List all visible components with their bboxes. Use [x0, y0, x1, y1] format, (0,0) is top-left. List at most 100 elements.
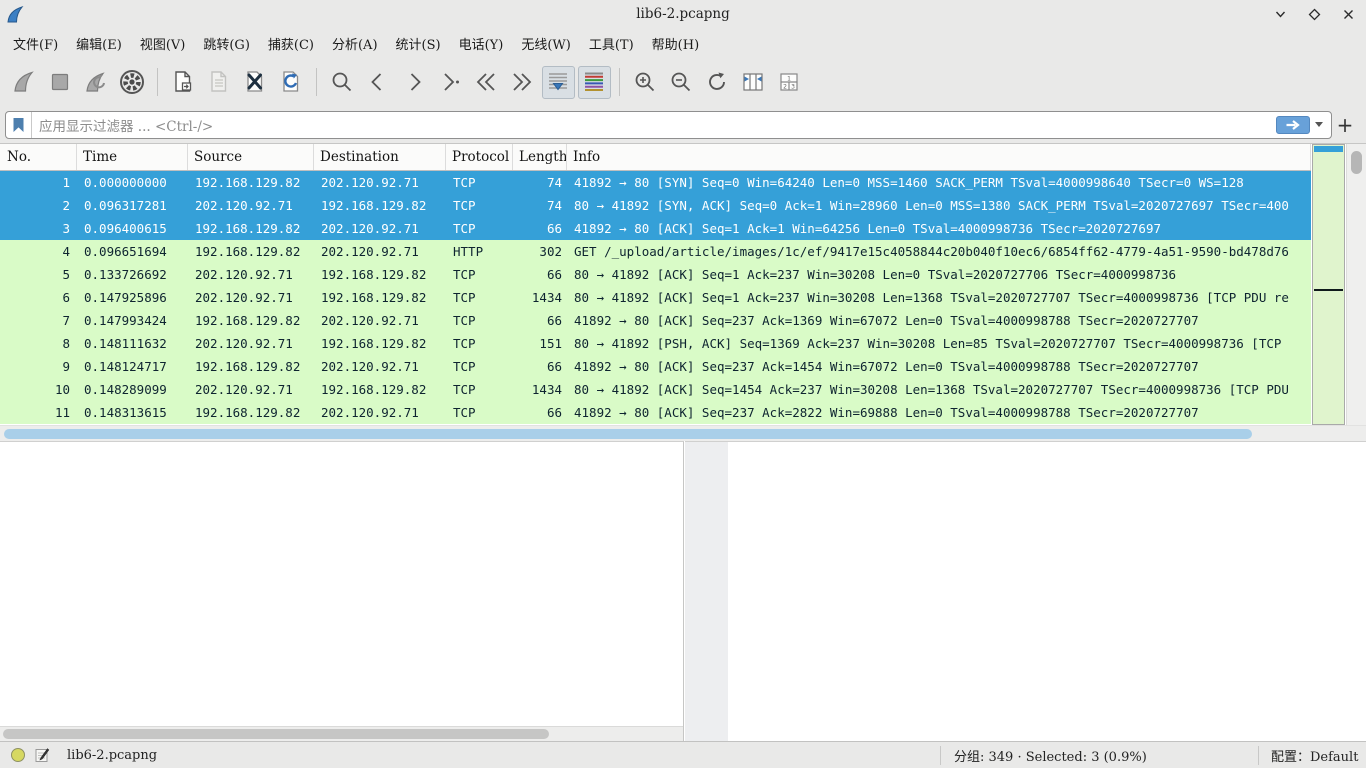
expert-info-icon[interactable] — [11, 748, 25, 762]
colorize-button[interactable] — [578, 66, 611, 99]
open-file-button[interactable] — [167, 66, 200, 99]
cell-destination: 202.120.92.71 — [314, 244, 446, 259]
cell-length: 66 — [513, 267, 567, 282]
start-capture-button[interactable] — [8, 66, 41, 99]
packet-row-5[interactable]: 50.133726692202.120.92.71192.168.129.82T… — [0, 263, 1311, 286]
filter-bookmark-icon[interactable] — [6, 112, 32, 138]
zoom-out-button[interactable] — [665, 66, 698, 99]
menu-item-9[interactable]: 工具(T) — [580, 29, 643, 58]
menu-item-0[interactable]: 文件(F) — [4, 29, 67, 58]
capture-options-gear-icon — [119, 69, 145, 95]
menu-item-2[interactable]: 视图(V) — [131, 29, 195, 58]
packet-row-8[interactable]: 80.148111632202.120.92.71192.168.129.82T… — [0, 332, 1311, 355]
go-to-packet-button[interactable] — [434, 66, 467, 99]
packet-row-4[interactable]: 40.096651694192.168.129.82202.120.92.71H… — [0, 240, 1311, 263]
menu-item-6[interactable]: 统计(S) — [387, 29, 450, 58]
toolbar-separator — [316, 68, 317, 96]
menu-item-4[interactable]: 捕获(C) — [259, 29, 323, 58]
pane-splitter[interactable] — [685, 441, 728, 741]
cell-protocol: TCP — [446, 290, 513, 305]
toolbar-separator — [619, 68, 620, 96]
cell-no: 6 — [0, 290, 77, 305]
details-horizontal-scrollbar[interactable] — [0, 726, 683, 741]
filter-dropdown-caret-icon[interactable] — [1315, 122, 1323, 127]
cell-source: 202.120.92.71 — [188, 267, 314, 282]
cell-no: 9 — [0, 359, 77, 374]
auto-scroll-button[interactable] — [542, 66, 575, 99]
display-filter-input[interactable]: 应用显示过滤器 ... <Ctrl-/> — [5, 111, 1332, 139]
close-button[interactable] — [1340, 6, 1356, 22]
menu-item-1[interactable]: 编辑(E) — [67, 29, 131, 58]
packet-row-3[interactable]: 30.096400615192.168.129.82202.120.92.71T… — [0, 217, 1311, 240]
cell-source: 202.120.92.71 — [188, 382, 314, 397]
cell-info: 80 → 41892 [SYN, ACK] Seq=0 Ack=1 Win=28… — [567, 198, 1311, 213]
column-header-info[interactable]: Info — [567, 144, 1311, 170]
close-file-button[interactable] — [239, 66, 272, 99]
vertical-scrollbar[interactable] — [1346, 144, 1366, 425]
next-packet-button[interactable] — [398, 66, 431, 99]
column-header-destination[interactable]: Destination — [314, 144, 446, 170]
status-profile[interactable]: 配置：Default — [1259, 746, 1366, 765]
packet-row-9[interactable]: 90.148124717192.168.129.82202.120.92.71T… — [0, 355, 1311, 378]
menu-item-8[interactable]: 无线(W) — [512, 29, 580, 58]
cell-length: 66 — [513, 221, 567, 236]
capture-comment-icon[interactable] — [34, 747, 50, 763]
cell-time: 0.148111632 — [77, 336, 188, 351]
packet-list-horizontal-scrollbar[interactable] — [0, 425, 1366, 441]
last-packet-button[interactable] — [506, 66, 539, 99]
minimize-button[interactable] — [1272, 6, 1288, 22]
menu-item-3[interactable]: 跳转(G) — [194, 29, 259, 58]
close-file-icon — [243, 70, 267, 94]
restart-capture-button[interactable] — [80, 66, 113, 99]
reload-file-button[interactable] — [275, 66, 308, 99]
cell-protocol: TCP — [446, 175, 513, 190]
cell-info: 41892 → 80 [ACK] Seq=237 Ack=1454 Win=67… — [567, 359, 1311, 374]
zoom-reset-button[interactable] — [701, 66, 734, 99]
column-header-source[interactable]: Source — [188, 144, 314, 170]
column-header-no[interactable]: No. — [0, 144, 77, 170]
title-bar: lib6-2.pcapng — [0, 0, 1366, 28]
cell-protocol: TCP — [446, 336, 513, 351]
cell-time: 0.148124717 — [77, 359, 188, 374]
cell-time: 0.096400615 — [77, 221, 188, 236]
resize-columns-button[interactable] — [737, 66, 770, 99]
menu-item-10[interactable]: 帮助(H) — [643, 29, 708, 58]
packet-bytes-pane[interactable] — [728, 441, 1366, 741]
packet-list-hscrollbar-thumb[interactable] — [4, 429, 1252, 439]
cell-length: 74 — [513, 175, 567, 190]
capture-options-button[interactable] — [116, 66, 149, 99]
vertical-scrollbar-thumb[interactable] — [1351, 151, 1362, 174]
cell-no: 8 — [0, 336, 77, 351]
apply-filter-button[interactable] — [1276, 116, 1310, 134]
save-file-button[interactable] — [203, 66, 236, 99]
details-hscrollbar-thumb[interactable] — [3, 729, 549, 739]
double-chevron-right-icon — [510, 70, 534, 94]
previous-packet-button[interactable] — [362, 66, 395, 99]
chevron-left-icon — [366, 70, 390, 94]
cell-source: 202.120.92.71 — [188, 336, 314, 351]
maximize-button[interactable] — [1306, 6, 1322, 22]
column-header-time[interactable]: Time — [77, 144, 188, 170]
packet-row-1[interactable]: 10.000000000192.168.129.82202.120.92.71T… — [0, 171, 1311, 194]
menu-item-5[interactable]: 分析(A) — [323, 29, 387, 58]
stop-capture-button[interactable] — [44, 66, 77, 99]
packet-row-11[interactable]: 110.148313615192.168.129.82202.120.92.71… — [0, 401, 1311, 424]
packet-row-10[interactable]: 100.148289099202.120.92.71192.168.129.82… — [0, 378, 1311, 401]
menu-item-7[interactable]: 电话(Y) — [450, 29, 513, 58]
find-packet-button[interactable] — [326, 66, 359, 99]
first-packet-button[interactable] — [470, 66, 503, 99]
chevron-right-icon — [402, 70, 426, 94]
add-filter-button[interactable]: + — [1332, 113, 1358, 137]
packet-details-pane[interactable] — [0, 441, 684, 741]
packet-row-2[interactable]: 20.096317281202.120.92.71192.168.129.82T… — [0, 194, 1311, 217]
packet-list-minimap[interactable] — [1312, 144, 1345, 425]
layout-button[interactable]: 1 2 3 — [773, 66, 806, 99]
search-icon — [330, 70, 354, 94]
column-header-protocol[interactable]: Protocol — [446, 144, 513, 170]
colorize-icon — [582, 70, 606, 94]
packet-row-6[interactable]: 60.147925896202.120.92.71192.168.129.82T… — [0, 286, 1311, 309]
column-header-length[interactable]: Length — [513, 144, 567, 170]
packet-row-7[interactable]: 70.147993424192.168.129.82202.120.92.71T… — [0, 309, 1311, 332]
zoom-in-button[interactable] — [629, 66, 662, 99]
cell-time: 0.096317281 — [77, 198, 188, 213]
